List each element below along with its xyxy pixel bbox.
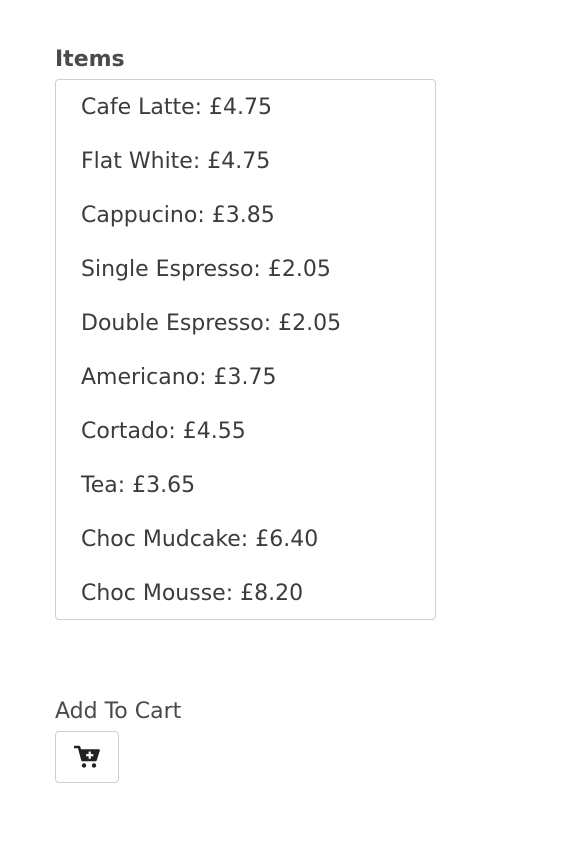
- items-label: Items: [55, 47, 125, 72]
- add-to-cart-button[interactable]: [55, 731, 119, 783]
- list-item[interactable]: Flat White: £4.75: [56, 135, 435, 189]
- list-item[interactable]: Cafe Latte: £4.75: [56, 81, 435, 135]
- list-item[interactable]: Double Espresso: £2.05: [56, 297, 435, 351]
- list-item[interactable]: Choc Mudcake: £6.40: [56, 513, 435, 567]
- list-item[interactable]: Tea: £3.65: [56, 459, 435, 513]
- list-item[interactable]: Cappucino: £3.85: [56, 189, 435, 243]
- add-to-cart-label: Add To Cart: [55, 699, 182, 724]
- list-item[interactable]: Americano: £3.75: [56, 351, 435, 405]
- list-item[interactable]: Cortado: £4.55: [56, 405, 435, 459]
- list-item[interactable]: Choc Mousse: £8.20: [56, 567, 435, 619]
- list-item[interactable]: Single Espresso: £2.05: [56, 243, 435, 297]
- items-listbox[interactable]: Cafe Latte: £4.75 Flat White: £4.75 Capp…: [55, 79, 436, 620]
- cart-plus-icon: [74, 745, 100, 769]
